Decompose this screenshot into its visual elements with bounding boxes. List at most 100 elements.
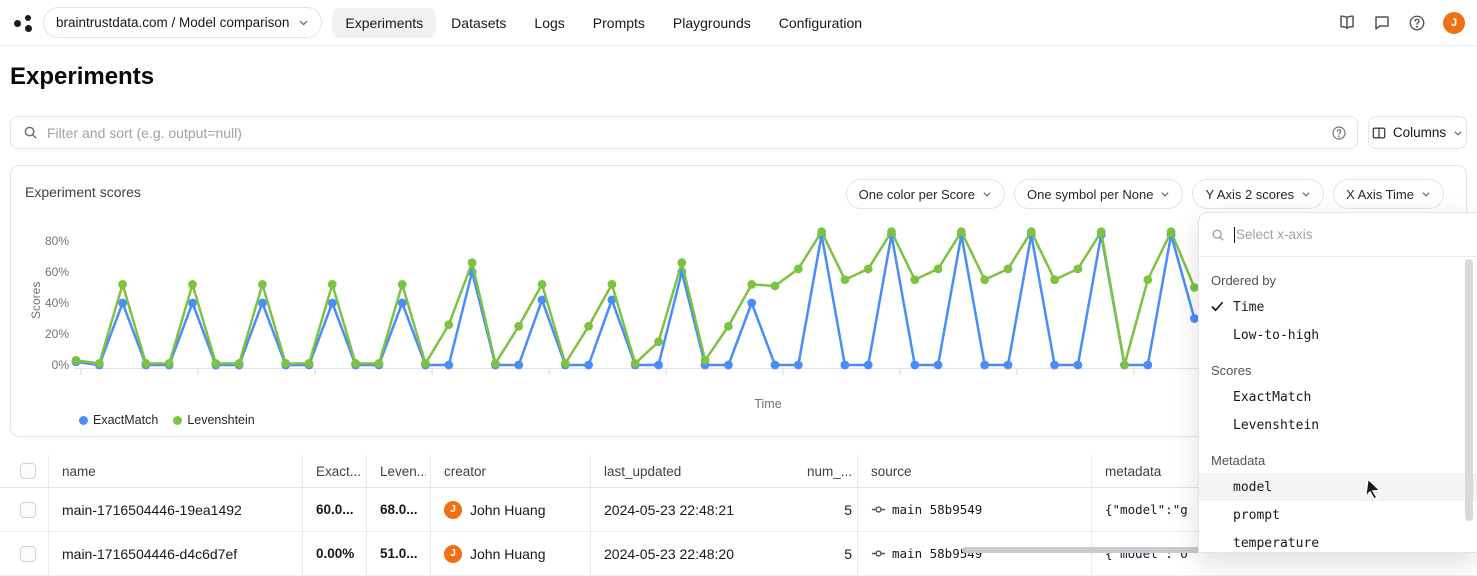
data-point-Levenshtein: [258, 280, 267, 289]
tab-experiments[interactable]: Experiments: [332, 8, 436, 38]
data-point-Levenshtein: [211, 359, 220, 368]
tab-playgrounds[interactable]: Playgrounds: [660, 8, 764, 38]
x-axis-dropdown-menu: Select x-axis Ordered by Time Low-to-hig…: [1198, 212, 1477, 553]
data-point-ExactMatch: [910, 361, 919, 370]
last-updated-cell: 2024-05-23 22:48:21: [604, 488, 804, 531]
chart-y-axis-label: Scores: [29, 282, 43, 319]
page-title: Experiments: [10, 63, 154, 91]
option-prompt[interactable]: prompt: [1199, 501, 1477, 529]
exactmatch-score: 0.00%: [316, 532, 362, 575]
option-low-to-high[interactable]: Low-to-high: [1199, 321, 1477, 349]
num-examples-cell: 5: [800, 532, 852, 575]
search-icon: [1211, 228, 1225, 242]
source-cell: main 58b9549: [871, 488, 1086, 531]
data-point-ExactMatch: [980, 361, 989, 370]
legend-item-exactmatch[interactable]: ExactMatch: [79, 413, 158, 427]
project-selector[interactable]: braintrustdata.com / Model comparison: [43, 7, 322, 38]
data-point-Levenshtein: [701, 356, 710, 365]
option-temperature[interactable]: temperature: [1199, 529, 1477, 553]
tab-datasets[interactable]: Datasets: [438, 8, 519, 38]
braintrust-logo-icon[interactable]: [10, 10, 36, 36]
columns-button-label: Columns: [1393, 125, 1446, 140]
data-point-ExactMatch: [398, 299, 407, 308]
nav-tabs: Experiments Datasets Logs Prompts Playgr…: [332, 8, 875, 38]
data-point-Levenshtein: [1167, 227, 1176, 236]
column-header-source[interactable]: source: [871, 455, 1086, 487]
tab-logs[interactable]: Logs: [521, 8, 577, 38]
group-label-metadata: Metadata: [1199, 447, 1477, 473]
git-commit-icon: [871, 502, 886, 517]
series-line-Levenshtein: [76, 232, 1194, 365]
data-point-Levenshtein: [1004, 265, 1013, 274]
legend-item-levenshtein[interactable]: Levenshtein: [173, 413, 254, 427]
data-point-Levenshtein: [538, 280, 547, 289]
row-checkbox[interactable]: [20, 502, 36, 518]
select-all-checkbox[interactable]: [20, 463, 36, 479]
column-header-num-examples[interactable]: num_...: [800, 455, 852, 487]
data-point-Levenshtein: [677, 258, 686, 267]
data-point-ExactMatch: [118, 299, 127, 308]
group-label-ordered-by: Ordered by: [1199, 267, 1477, 293]
data-point-ExactMatch: [724, 361, 733, 370]
y-axis-dropdown[interactable]: Y Axis 2 scores: [1192, 179, 1324, 209]
data-point-Levenshtein: [654, 337, 663, 346]
docs-book-icon[interactable]: [1338, 14, 1356, 32]
filter-input[interactable]: Filter and sort (e.g. output=null): [10, 116, 1358, 149]
color-per-dropdown[interactable]: One color per Score: [846, 179, 1005, 209]
option-levenshtein[interactable]: Levenshtein: [1199, 411, 1477, 439]
column-header-levenshtein[interactable]: Leven...: [380, 455, 426, 487]
filter-help-icon[interactable]: [1331, 125, 1347, 141]
tab-prompts[interactable]: Prompts: [580, 8, 658, 38]
data-point-Levenshtein: [491, 359, 500, 368]
nav-right-icons: J: [1338, 12, 1465, 34]
data-point-ExactMatch: [584, 361, 593, 370]
data-point-Levenshtein: [864, 265, 873, 274]
symbol-per-dropdown[interactable]: One symbol per None: [1014, 179, 1183, 209]
option-exactmatch[interactable]: ExactMatch: [1199, 383, 1477, 411]
column-header-name[interactable]: name: [62, 455, 294, 487]
row-checkbox[interactable]: [20, 546, 36, 562]
data-point-Levenshtein: [421, 359, 430, 368]
git-commit-icon: [871, 546, 886, 561]
tab-configuration[interactable]: Configuration: [766, 8, 875, 38]
feedback-chat-icon[interactable]: [1373, 14, 1391, 32]
data-point-Levenshtein: [468, 258, 477, 267]
help-icon[interactable]: [1408, 14, 1426, 32]
data-point-ExactMatch: [841, 361, 850, 370]
data-point-Levenshtein: [934, 265, 943, 274]
column-header-exactmatch[interactable]: Exact...: [316, 455, 362, 487]
source-cell: main 58b9549: [871, 532, 1086, 575]
data-point-ExactMatch: [1074, 361, 1083, 370]
x-axis-options-list: Ordered by Time Low-to-high Scores Exact…: [1199, 257, 1477, 553]
data-point-ExactMatch: [444, 361, 453, 370]
chevron-down-icon: [1421, 189, 1431, 199]
search-icon: [23, 125, 38, 140]
x-axis-dropdown[interactable]: X Axis Time: [1333, 179, 1444, 209]
data-point-Levenshtein: [1050, 275, 1059, 284]
option-time[interactable]: Time: [1199, 293, 1477, 321]
num-examples-cell: 5: [800, 488, 852, 531]
x-axis-search-input[interactable]: Select x-axis: [1199, 213, 1477, 257]
data-point-Levenshtein: [514, 322, 523, 331]
option-model[interactable]: model: [1199, 473, 1477, 501]
user-avatar[interactable]: J: [1443, 12, 1465, 34]
data-point-Levenshtein: [1074, 265, 1083, 274]
data-point-Levenshtein: [328, 280, 337, 289]
chart-x-axis-label: Time: [708, 397, 828, 411]
chevron-down-icon: [982, 189, 992, 199]
chevron-down-icon: [298, 17, 309, 28]
data-point-Levenshtein: [235, 359, 244, 368]
columns-button[interactable]: Columns: [1368, 116, 1467, 149]
levenshtein-score: 51.0...: [380, 532, 426, 575]
y-tick-label: 40%: [45, 296, 69, 310]
experiment-name[interactable]: main-1716504446-d4c6d7ef: [62, 532, 294, 575]
dropdown-scrollbar-thumb[interactable]: [1465, 259, 1473, 521]
data-point-ExactMatch: [188, 299, 197, 308]
text-cursor: [1234, 227, 1235, 243]
data-point-Levenshtein: [887, 227, 896, 236]
column-header-last-updated[interactable]: last_updated: [604, 455, 804, 487]
data-point-Levenshtein: [957, 227, 966, 236]
column-header-creator[interactable]: creator: [444, 455, 584, 487]
check-icon: [1210, 299, 1225, 314]
experiment-name[interactable]: main-1716504446-19ea1492: [62, 488, 294, 531]
